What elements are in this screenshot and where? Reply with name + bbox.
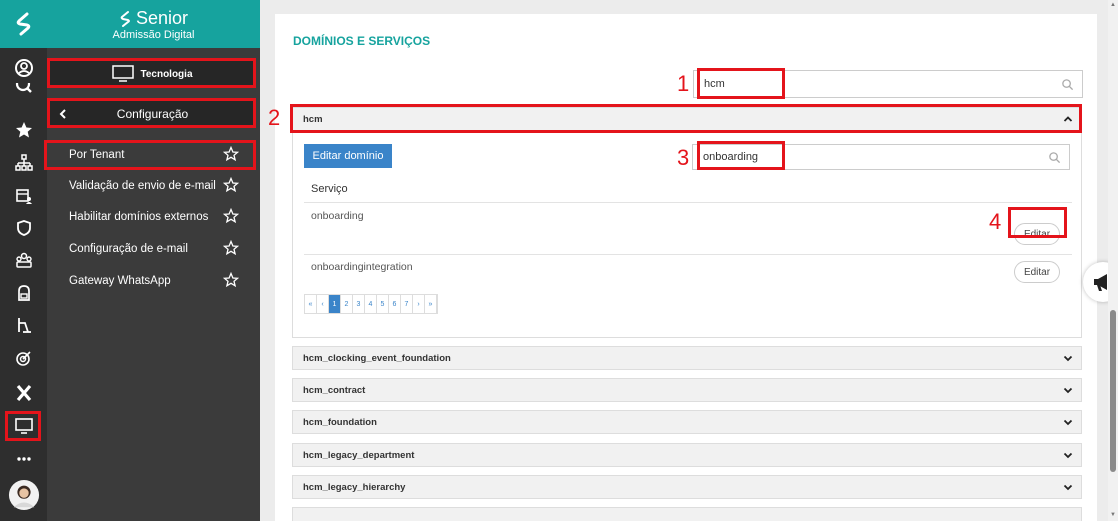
page-next[interactable]: › [413,295,425,313]
star-outline-icon[interactable] [223,240,239,256]
domain-row-partial[interactable] [292,507,1082,521]
edit-domain-button[interactable]: Editar domínio [304,144,392,168]
x-icon[interactable] [0,378,47,408]
brand-header[interactable]: Senior Admissão Digital [47,0,260,48]
target-icon[interactable] [0,343,47,373]
service-name-onboarding: onboarding [311,210,364,222]
submenu-back-configuracao[interactable]: Configuração [50,101,255,127]
domain-row[interactable]: hcm_clocking_event_foundation [292,346,1082,370]
menu-item-configuracao-email[interactable]: Configuração de e-mail [47,234,260,264]
submenu-title: Configuração [116,107,189,121]
star-outline-icon[interactable] [223,208,239,224]
page-7[interactable]: 7 [401,295,413,313]
chevron-left-icon [59,109,66,119]
menu-item-por-tenant[interactable]: Por Tenant [47,140,260,170]
calendar-people-icon[interactable] [0,181,47,211]
page-5[interactable]: 5 [377,295,389,313]
org-chart-icon[interactable] [0,148,47,178]
domain-name: hcm_legacy_hierarchy [303,481,406,493]
senior-logo-icon[interactable] [0,0,47,48]
edit-service-button[interactable]: Editar [1014,261,1060,283]
menu-item-gateway-whatsapp[interactable]: Gateway WhatsApp [47,266,260,296]
shield-icon[interactable] [0,213,47,243]
divider [304,202,1072,203]
star-outline-icon[interactable] [223,177,239,193]
annotation-number: 3 [677,145,690,170]
domain-row[interactable]: hcm_legacy_department [292,443,1082,467]
page-first[interactable]: « [305,295,317,313]
page-2[interactable]: 2 [341,295,353,313]
search-icon [1062,79,1074,91]
brand-subtitle: Admissão Digital [112,29,195,41]
scroll-up-icon[interactable]: ▲ [1109,1,1117,9]
icon-rail [0,0,47,521]
menu-item-label: Por Tenant [69,149,125,161]
chevron-down-icon [1063,387,1073,394]
backpack-icon[interactable] [0,278,47,308]
pagination: « ‹ 1 2 3 4 5 6 7 › » [304,294,438,314]
more-icon[interactable] [0,444,47,474]
domain-search-input[interactable]: hcm [693,70,1083,98]
star-outline-icon[interactable] [223,272,239,288]
brand-name: Senior [135,8,189,28]
person-board-icon[interactable] [0,310,47,340]
search-icon[interactable] [0,83,47,97]
domain-row[interactable]: hcm_foundation [292,410,1082,434]
page-4[interactable]: 4 [365,295,377,313]
service-name-onboardingintegration: onboardingintegration [311,261,413,273]
edit-service-button[interactable]: Editar [1014,223,1060,245]
domain-search-value: hcm [704,78,725,90]
chevron-up-icon [1063,116,1073,122]
menu-section-tecnologia[interactable]: Tecnologia [50,61,255,87]
monitor-icon[interactable] [0,411,47,441]
page-6[interactable]: 6 [389,295,401,313]
annotation-number: 4 [989,209,1002,234]
scroll-down-icon[interactable]: ▼ [1109,511,1117,519]
domain-name: hcm_contract [303,384,366,396]
monitor-icon [112,65,135,82]
chevron-down-icon [1063,355,1073,362]
service-search-value: onboarding [703,151,759,163]
divider [304,254,1072,255]
avatar[interactable] [0,478,47,512]
page-prev[interactable]: ‹ [317,295,329,313]
star-icon[interactable] [0,115,47,145]
domain-name: hcm_clocking_event_foundation [303,352,451,364]
chevron-down-icon [1063,484,1073,491]
domain-row-hcm[interactable]: hcm [292,107,1082,131]
menu-item-label: Habilitar domínios externos [69,211,209,223]
search-icon [1049,152,1061,164]
menu-item-label: Validação de envio de e-mail [69,180,216,192]
page-title: DOMÍNIOS E SERVIÇOS [293,34,431,48]
page-last[interactable]: » [425,295,437,313]
annotation-number: 1 [677,71,690,96]
page-1[interactable]: 1 [329,295,341,313]
scroll-thumb[interactable] [1110,310,1116,472]
side-menu: Senior Admissão Digital Tecnologia Confi… [47,0,260,521]
menu-section-title: Tecnologia [140,68,193,80]
senior-logo-icon [120,10,130,27]
star-outline-icon[interactable] [223,146,239,162]
menu-item-validacao-email[interactable]: Validação de envio de e-mail [47,171,260,201]
domain-name: hcm_foundation [303,416,377,428]
service-search-input[interactable]: onboarding [692,144,1070,170]
user-circle-icon[interactable] [0,53,47,83]
vertical-scrollbar[interactable]: ▲ ▼ [1108,0,1118,521]
chevron-down-icon [1063,452,1073,459]
menu-item-label: Configuração de e-mail [69,243,188,255]
service-column-header: Serviço [311,183,348,195]
chevron-down-icon [1063,419,1073,426]
domain-name: hcm [303,113,323,125]
menu-item-dominios-externos[interactable]: Habilitar domínios externos [47,202,260,232]
domain-row[interactable]: hcm_legacy_hierarchy [292,475,1082,499]
page-3[interactable]: 3 [353,295,365,313]
group-icon[interactable] [0,245,47,275]
menu-item-label: Gateway WhatsApp [69,275,171,287]
annotation-number: 2 [268,105,281,130]
domain-row[interactable]: hcm_contract [292,378,1082,402]
domain-name: hcm_legacy_department [303,449,415,461]
